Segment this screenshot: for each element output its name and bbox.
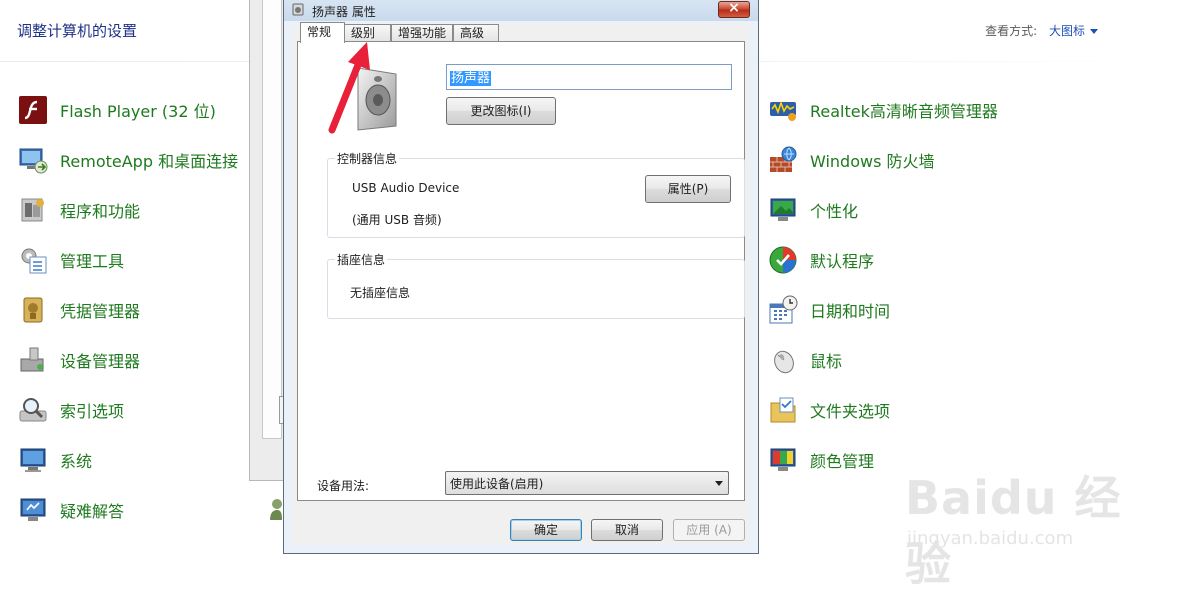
cp-item-firewall[interactable]: Windows 防火墙: [768, 144, 935, 176]
jack-info-group: 插座信息 无插座信息: [327, 251, 745, 319]
cp-item-label: 文件夹选项: [810, 402, 891, 421]
cp-item-programs[interactable]: 程序和功能: [18, 194, 140, 226]
datetime-icon: [769, 295, 798, 324]
cp-item-label: 设备管理器: [60, 352, 141, 371]
apply-button[interactable]: 应用 (A): [673, 519, 745, 541]
cp-item-system[interactable]: 系统: [18, 444, 92, 476]
view-mode: 查看方式: 大图标: [985, 22, 1098, 39]
cp-item-label: 颜色管理: [810, 452, 875, 471]
baidu-watermark: Baidu 经验 jingyan.baidu.com: [905, 452, 1165, 591]
cp-item-credential-manager[interactable]: 凭据管理器: [18, 294, 140, 326]
device-name-selected-text: 扬声器: [450, 71, 492, 86]
cp-item-default-programs[interactable]: 默认程序: [768, 244, 874, 276]
cp-item-label: 个性化: [810, 202, 859, 221]
jack-info-text: 无插座信息: [350, 286, 411, 300]
chevron-down-icon: [715, 481, 723, 486]
controller-info-legend: 控制器信息: [335, 150, 400, 167]
mouse-icon: [774, 350, 794, 374]
close-icon: ×: [728, 0, 740, 16]
realtek-icon: [770, 100, 796, 121]
cp-item-label: 程序和功能: [60, 202, 141, 221]
cp-item-label: Windows 防火墙: [810, 152, 935, 171]
device-manager-icon: [20, 347, 44, 372]
cp-item-personalize[interactable]: 个性化: [768, 194, 858, 226]
device-usage-label: 设备用法:: [317, 479, 370, 493]
cp-item-label: 默认程序: [810, 252, 875, 271]
cp-item-admin-tools[interactable]: 管理工具: [18, 244, 124, 276]
cp-item-label: 凭据管理器: [60, 302, 141, 321]
dialog-title: 扬声器 属性: [312, 5, 376, 19]
cp-item-flash-player[interactable]: Flash Player (32 位): [18, 94, 216, 126]
cancel-button[interactable]: 取消: [591, 519, 663, 541]
cp-item-index-options[interactable]: 索引选项: [18, 394, 124, 426]
cp-item-troubleshoot[interactable]: 疑难解答: [18, 494, 124, 526]
tab-general[interactable]: 常规: [300, 22, 345, 43]
cp-item-label: 系统: [60, 452, 93, 471]
color-management-icon: [770, 448, 796, 471]
change-icon-button[interactable]: 更改图标(I): [446, 97, 556, 125]
cp-item-label: Realtek高清晰音频管理器: [810, 102, 998, 121]
cp-item-label: 日期和时间: [810, 302, 891, 321]
view-mode-label: 查看方式:: [985, 24, 1038, 38]
device-usage-select[interactable]: 使用此设备(启用): [445, 471, 729, 495]
programs-icon: [21, 198, 44, 222]
speaker-icon: [292, 3, 304, 16]
tab-enhancements[interactable]: 增强功能: [391, 24, 453, 41]
admin-tools-icon: [21, 248, 47, 274]
jack-info-legend: 插座信息: [335, 251, 388, 268]
ok-button[interactable]: 确定: [510, 519, 582, 541]
credential-icon: [23, 297, 43, 323]
personalize-icon: [770, 198, 796, 221]
cp-item-label: 疑难解答: [60, 502, 125, 521]
cp-item-label: RemoteApp 和桌面连接: [60, 152, 239, 171]
controller-properties-button[interactable]: 属性(P): [645, 175, 731, 203]
cp-item-color-management[interactable]: 颜色管理: [768, 444, 874, 476]
firewall-icon: [770, 146, 797, 172]
dialog-titlebar[interactable]: 扬声器 属性 ×: [284, 0, 758, 21]
device-usage-value: 使用此设备(启用): [450, 477, 544, 491]
controller-device-subtitle: (通用 USB 音频): [352, 213, 442, 227]
control-panel-title: 调整计算机的设置: [17, 22, 138, 40]
watermark-url: jingyan.baidu.com: [907, 528, 1074, 549]
cp-item-label: Flash Player (32 位): [60, 102, 216, 121]
user-icon: [270, 499, 282, 520]
system-icon: [20, 448, 46, 472]
troubleshoot-icon: [20, 498, 46, 521]
folder-options-icon: [770, 397, 796, 423]
cp-item-mouse[interactable]: 鼠标: [768, 344, 842, 376]
cp-item-device-manager[interactable]: 设备管理器: [18, 344, 140, 376]
cp-item-date-time[interactable]: 日期和时间: [768, 294, 890, 326]
chevron-down-icon[interactable]: [1090, 29, 1098, 34]
cp-item-label: 鼠标: [810, 352, 843, 371]
controller-info-group: 控制器信息 USB Audio Device (通用 USB 音频) 属性(P): [327, 150, 745, 238]
tab-levels[interactable]: 级别: [344, 24, 391, 41]
device-name-input[interactable]: 扬声器: [446, 64, 732, 90]
index-icon: [19, 398, 47, 422]
tab-advanced[interactable]: 高级: [453, 24, 499, 41]
cp-item-folder-options[interactable]: 文件夹选项: [768, 394, 890, 426]
flash-icon: [19, 96, 47, 124]
default-programs-icon: [769, 246, 797, 274]
cp-item-remoteapp[interactable]: RemoteApp 和桌面连接: [18, 144, 238, 176]
red-arrow-annotation: [328, 42, 370, 134]
background-window-panel: [262, 0, 282, 439]
cp-item-realtek[interactable]: Realtek高清晰音频管理器: [768, 94, 998, 126]
remoteapp-icon: [19, 148, 48, 174]
cp-item-label: 索引选项: [60, 402, 125, 421]
close-button[interactable]: ×: [718, 0, 750, 18]
controller-device-name: USB Audio Device: [352, 181, 460, 195]
cp-item-label: 管理工具: [60, 252, 125, 271]
view-mode-dropdown[interactable]: 大图标: [1049, 24, 1085, 38]
